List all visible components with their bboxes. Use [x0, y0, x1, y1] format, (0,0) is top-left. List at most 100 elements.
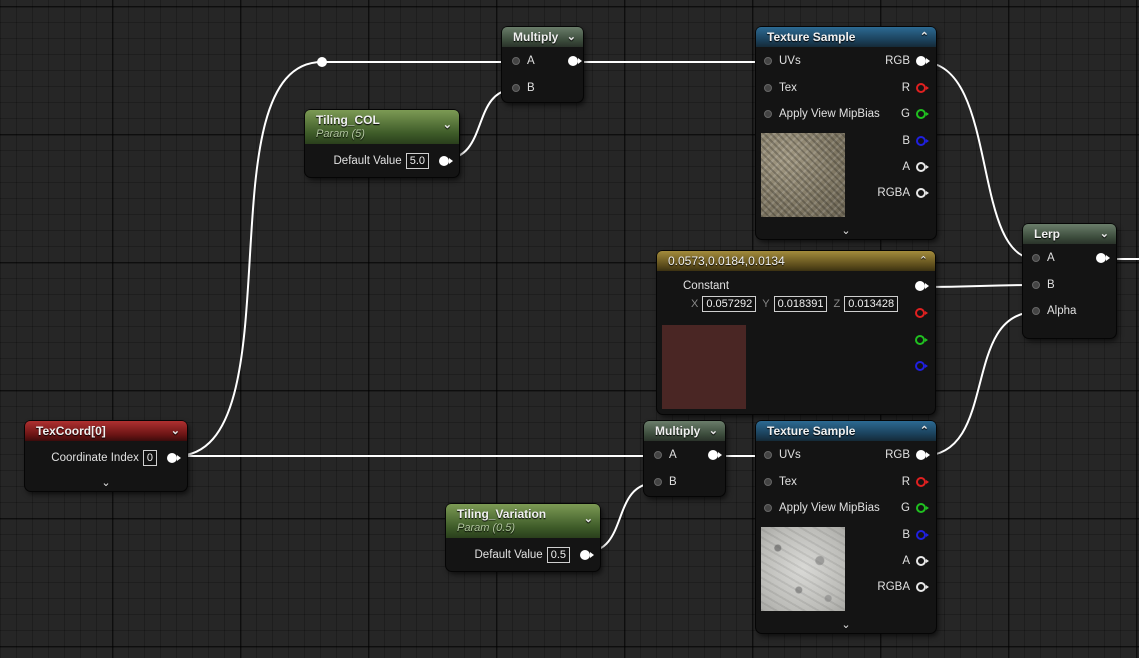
- pin-output[interactable]: [1090, 253, 1110, 263]
- pin-r-out[interactable]: R: [901, 476, 929, 488]
- chevron-up-icon[interactable]: ⌃: [920, 27, 929, 48]
- chevron-down-icon[interactable]: ⌄: [584, 512, 593, 525]
- tiling-col-param-node[interactable]: Tiling_COL Param (5) ⌄ Default Value 5.0: [305, 110, 459, 177]
- output-pin-icon: [916, 556, 929, 566]
- pin-b[interactable]: B: [1032, 279, 1055, 291]
- output-pin-icon: [916, 56, 930, 66]
- pin-rgba-out[interactable]: RGBA: [877, 187, 929, 199]
- constant-values-row: X 0.057292 Y 0.018391 Z 0.013428: [685, 296, 899, 312]
- pin-b[interactable]: B: [654, 476, 677, 488]
- pin-default-value[interactable]: Default Value 5.0: [334, 153, 453, 169]
- input-pin-icon: [764, 110, 772, 118]
- node-title: Lerp: [1034, 227, 1061, 241]
- node-title: Tiling_COL: [316, 113, 380, 127]
- multiply-node-bottom[interactable]: Multiply ⌄ A B: [644, 421, 725, 496]
- pin-mipbias[interactable]: Apply View MipBias: [764, 108, 880, 120]
- chevron-down-icon[interactable]: ⌄: [171, 421, 180, 442]
- pin-default-value[interactable]: Default Value 0.5: [475, 547, 594, 563]
- chevron-down-icon[interactable]: ⌄: [1100, 224, 1109, 245]
- default-value-field[interactable]: 5.0: [405, 153, 429, 169]
- pin-rgba-out[interactable]: RGBA: [877, 581, 929, 593]
- pin-r-out[interactable]: R: [901, 82, 929, 94]
- output-pin-icon: [167, 453, 181, 463]
- pin-mipbias[interactable]: Apply View MipBias: [764, 502, 880, 514]
- pin-output[interactable]: [562, 56, 582, 66]
- pin-a[interactable]: A: [654, 449, 677, 461]
- lerp-header[interactable]: Lerp ⌄: [1023, 224, 1116, 244]
- constant-vector-node[interactable]: 0.0573,0.0184,0.0134 ⌃ Constant X 0.057292…: [657, 251, 935, 414]
- texture-sample-header[interactable]: Texture Sample ⌃: [756, 421, 936, 441]
- label-text: Constant: [683, 280, 730, 292]
- pin-uvs[interactable]: UVs: [764, 55, 801, 67]
- pin-tex[interactable]: Tex: [764, 82, 797, 94]
- pin-label: B: [902, 529, 910, 541]
- pin-g-out[interactable]: G: [901, 108, 929, 120]
- default-value-field[interactable]: 0.5: [546, 547, 570, 563]
- wire-texsample-top-to-lerp-a: [921, 61, 1037, 260]
- y-value-field[interactable]: 0.018391: [773, 296, 828, 312]
- pin-b-out[interactable]: B: [902, 529, 929, 541]
- pin-label: R: [901, 476, 910, 488]
- node-title: 0.0573,0.0184,0.0134: [668, 254, 785, 268]
- tiling-variation-param-node[interactable]: Tiling_Variation Param (0.5) ⌄ Default Val…: [446, 504, 600, 571]
- pin-label: Tex: [779, 82, 797, 94]
- chevron-up-icon[interactable]: ⌃: [920, 421, 929, 442]
- pin-a-out[interactable]: A: [902, 555, 929, 567]
- param-header[interactable]: Tiling_COL Param (5) ⌄: [305, 110, 459, 144]
- pin-label: Apply View MipBias: [779, 108, 880, 120]
- multiply-header[interactable]: Multiply ⌄: [502, 27, 583, 47]
- pin-r-out[interactable]: [909, 308, 928, 318]
- z-label: Z: [833, 298, 841, 310]
- pin-g-out[interactable]: G: [901, 502, 929, 514]
- texture-sample-header[interactable]: Texture Sample ⌃: [756, 27, 936, 47]
- pin-rgb-out[interactable]: RGB: [885, 55, 930, 67]
- pin-a-out[interactable]: A: [902, 161, 929, 173]
- texture-sample-node-top[interactable]: Texture Sample ⌃ UVs Tex Apply View MipBi…: [756, 27, 936, 239]
- input-pin-icon: [1032, 254, 1040, 262]
- input-pin-icon: [654, 478, 662, 486]
- chevron-up-icon[interactable]: ⌃: [919, 251, 928, 272]
- pin-output[interactable]: [909, 281, 929, 291]
- pin-uvs[interactable]: UVs: [764, 449, 801, 461]
- chevron-down-icon[interactable]: ⌄: [443, 118, 452, 131]
- lerp-node[interactable]: Lerp ⌄ A B Alpha: [1023, 224, 1116, 338]
- texture-sample-node-bottom[interactable]: Texture Sample ⌃ UVs Tex Apply View MipBi…: [756, 421, 936, 633]
- x-value-field[interactable]: 0.057292: [702, 296, 757, 312]
- pin-label: R: [901, 82, 910, 94]
- wire-constant-to-lerp-b: [921, 284, 1037, 288]
- chevron-down-icon[interactable]: ⌄: [25, 476, 187, 489]
- pin-output[interactable]: [702, 450, 722, 460]
- pin-alpha[interactable]: Alpha: [1032, 305, 1076, 317]
- chevron-down-icon[interactable]: ⌄: [567, 27, 576, 48]
- pin-b[interactable]: B: [512, 82, 535, 94]
- param-header[interactable]: Tiling_Variation Param (0.5) ⌄: [446, 504, 600, 538]
- texcoord-node[interactable]: TexCoord[0] ⌄ Coordinate Index 0 ⌄: [25, 421, 187, 491]
- coordinate-index-field[interactable]: 0: [142, 450, 157, 466]
- pin-a[interactable]: A: [1032, 252, 1055, 264]
- node-subtitle: Param (0.5): [457, 522, 516, 534]
- pin-label: G: [901, 108, 910, 120]
- pin-coordinate-index[interactable]: Coordinate Index 0: [51, 450, 181, 466]
- pin-b-out[interactable]: [909, 361, 928, 371]
- input-pin-icon: [764, 84, 772, 92]
- chevron-down-icon[interactable]: ⌄: [756, 618, 936, 631]
- multiply-node-top[interactable]: Multiply ⌄ A B: [502, 27, 583, 102]
- pin-label: UVs: [779, 449, 801, 461]
- multiply-header[interactable]: Multiply ⌄: [644, 421, 725, 441]
- pin-rgb-out[interactable]: RGB: [885, 449, 930, 461]
- texcoord-header[interactable]: TexCoord[0] ⌄: [25, 421, 187, 441]
- z-value-field[interactable]: 0.013428: [844, 296, 899, 312]
- pin-b-out[interactable]: B: [902, 135, 929, 147]
- output-pin-icon: [916, 136, 929, 146]
- output-pin-icon: [916, 83, 929, 93]
- pin-label: RGBA: [877, 187, 910, 199]
- pin-a[interactable]: A: [512, 55, 535, 67]
- output-pin-icon: [916, 477, 929, 487]
- pin-label: B: [669, 476, 677, 488]
- output-pin-icon: [916, 582, 929, 592]
- pin-tex[interactable]: Tex: [764, 476, 797, 488]
- constant-header[interactable]: 0.0573,0.0184,0.0134 ⌃: [657, 251, 935, 271]
- chevron-down-icon[interactable]: ⌄: [756, 224, 936, 237]
- chevron-down-icon[interactable]: ⌄: [709, 421, 718, 442]
- pin-g-out[interactable]: [909, 335, 928, 345]
